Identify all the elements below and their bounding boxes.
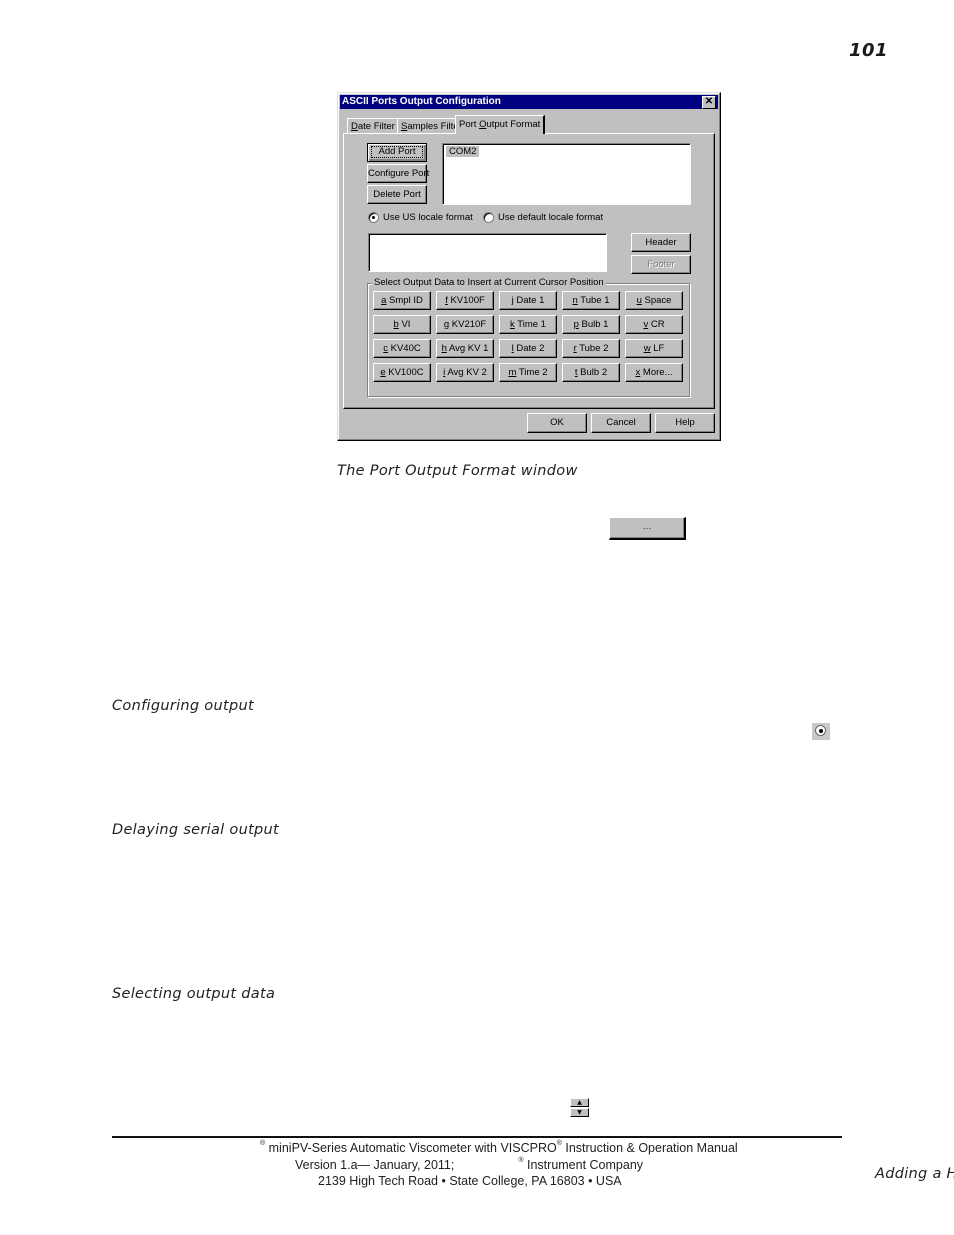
radio-label: Use default locale format bbox=[498, 212, 604, 223]
footer-company: Instrument Company bbox=[523, 1158, 644, 1172]
us-locale-radio[interactable]: Use US locale format bbox=[368, 212, 473, 223]
focus-rect bbox=[371, 146, 423, 158]
footer-rule bbox=[112, 1136, 842, 1138]
button-label: KV100C bbox=[385, 367, 424, 378]
insert-a-button[interactable]: a Smpl ID bbox=[373, 291, 431, 310]
insert-i-button[interactable]: i Avg KV 2 bbox=[436, 363, 494, 382]
tab-date-filter[interactable]: Date Filter bbox=[347, 118, 399, 134]
button-label: Bulb 2 bbox=[577, 367, 608, 378]
spinner-arrows-icon: ▲ ▼ bbox=[570, 1098, 590, 1119]
header-button[interactable]: Header bbox=[631, 233, 691, 252]
insert-r-button[interactable]: r Tube 2 bbox=[562, 339, 620, 358]
button-label: KV100F bbox=[447, 295, 485, 306]
help-button[interactable]: Help bbox=[655, 413, 715, 433]
insert-e-button[interactable]: e KV100C bbox=[373, 363, 431, 382]
dialog-titlebar: ASCII Ports Output Configuration ✕ bbox=[340, 95, 718, 109]
button-label: Bulb 1 bbox=[578, 319, 609, 330]
insert-k-button[interactable]: k Time 1 bbox=[499, 315, 557, 334]
button-label: Date 2 bbox=[513, 343, 545, 354]
cancel-button[interactable]: Cancel bbox=[591, 413, 651, 433]
footer-text: miniPV-Series Automatic Viscometer with … bbox=[265, 1141, 557, 1155]
footer-text: Instruction & Operation Manual bbox=[561, 1141, 738, 1155]
ellipsis-button-image: ... bbox=[609, 517, 686, 540]
radio-label: Use US locale format bbox=[383, 212, 473, 223]
ports-listbox[interactable]: COM2 bbox=[442, 143, 691, 205]
button-label: Tube 2 bbox=[576, 343, 609, 354]
button-label: Avg KV 2 bbox=[445, 367, 487, 378]
tab-label: amples Filter bbox=[407, 121, 462, 132]
running-footer: Adding a H bbox=[875, 1166, 954, 1182]
tab-label: utput Format bbox=[486, 119, 541, 130]
footer-line-3: 2139 High Tech Road • State College, PA … bbox=[318, 1174, 622, 1188]
output-format-textarea[interactable] bbox=[368, 233, 607, 272]
delete-port-button[interactable]: Delete Port bbox=[367, 185, 427, 204]
ok-button[interactable]: OK bbox=[527, 413, 587, 433]
spin-up-arrow-icon: ▲ bbox=[570, 1098, 589, 1107]
button-label: Tube 1 bbox=[577, 295, 610, 306]
button-label: KV210F bbox=[449, 319, 487, 330]
insert-u-button[interactable]: u Space bbox=[625, 291, 683, 310]
footer-version: Version 1.a— January, 2011; bbox=[295, 1158, 455, 1172]
page-number: 101 bbox=[849, 40, 889, 61]
radio-button-icon bbox=[812, 723, 830, 740]
insert-t-button[interactable]: t Bulb 2 bbox=[562, 363, 620, 382]
registered-mark: ® bbox=[260, 1140, 266, 1147]
button-label: KV40C bbox=[388, 343, 421, 354]
insert-n-button[interactable]: n Tube 1 bbox=[562, 291, 620, 310]
button-mnemonic: w bbox=[643, 343, 651, 354]
add-port-button[interactable]: Add Port bbox=[367, 143, 427, 162]
tab-label: ate Filter bbox=[357, 121, 395, 132]
heading-configuring-output: Configuring output bbox=[112, 698, 254, 714]
tab-label: Port bbox=[459, 119, 480, 130]
footer-button: Footer bbox=[631, 255, 691, 274]
button-label: VI bbox=[398, 319, 411, 330]
button-label: LF bbox=[650, 343, 665, 354]
groupbox-label: Select Output Data to Insert at Current … bbox=[372, 277, 606, 288]
ascii-ports-output-configuration-dialog: ASCII Ports Output Configuration ✕ Date … bbox=[337, 92, 721, 441]
registered-mark: ® bbox=[518, 1157, 524, 1164]
button-label: Date 1 bbox=[513, 295, 545, 306]
insert-m-button[interactable]: m Time 2 bbox=[499, 363, 557, 382]
insert-j-button[interactable]: j Date 1 bbox=[499, 291, 557, 310]
radio-unchecked-icon bbox=[483, 212, 494, 223]
close-icon[interactable]: ✕ bbox=[702, 96, 716, 109]
insert-w-button[interactable]: w LF bbox=[625, 339, 683, 358]
registered-mark: ® bbox=[556, 1140, 562, 1147]
heading-delaying-serial-output: Delaying serial output bbox=[112, 822, 280, 838]
footer-line-2: Version 1.a— January, 2011; ® Instrument … bbox=[295, 1157, 644, 1172]
tab-port-output-format[interactable]: Port Output Format bbox=[455, 115, 546, 134]
button-label: Smpl ID bbox=[386, 295, 423, 306]
tab-mnemonic: D bbox=[351, 121, 358, 132]
output-data-groupbox: Select Output Data to Insert at Current … bbox=[367, 277, 690, 397]
radio-checked-icon bbox=[368, 212, 379, 223]
configure-port-button[interactable]: Configure Port bbox=[367, 164, 429, 183]
port-list-item[interactable]: COM2 bbox=[446, 146, 480, 157]
insert-h-button[interactable]: h Avg KV 1 bbox=[436, 339, 494, 358]
button-label: Time 1 bbox=[514, 319, 546, 330]
button-label: Avg KV 1 bbox=[446, 343, 489, 354]
insert-x-button[interactable]: x More... bbox=[625, 363, 683, 382]
port-output-format-panel: Add Port Configure Port Delete Port COM2… bbox=[343, 133, 715, 409]
insert-g-button[interactable]: g KV210F bbox=[436, 315, 494, 334]
button-label: Time 2 bbox=[516, 367, 548, 378]
insert-c-button[interactable]: c KV40C bbox=[373, 339, 431, 358]
button-label: CR bbox=[648, 319, 665, 330]
footer-line-1: ® miniPV-Series Automatic Viscometer wit… bbox=[260, 1140, 738, 1155]
figure-caption: The Port Output Format window bbox=[337, 463, 578, 479]
dialog-title: ASCII Ports Output Configuration bbox=[342, 96, 501, 107]
heading-selecting-output-data: Selecting output data bbox=[112, 986, 276, 1002]
button-label: Space bbox=[641, 295, 672, 306]
insert-l-button[interactable]: l Date 2 bbox=[499, 339, 557, 358]
insert-f-button[interactable]: f KV100F bbox=[436, 291, 494, 310]
button-label: More... bbox=[640, 367, 673, 378]
spin-down-arrow-icon: ▼ bbox=[570, 1108, 589, 1117]
radio-ring bbox=[815, 725, 826, 736]
insert-p-button[interactable]: p Bulb 1 bbox=[562, 315, 620, 334]
default-locale-radio[interactable]: Use default locale format bbox=[483, 212, 603, 223]
insert-b-button[interactable]: b VI bbox=[373, 315, 431, 334]
insert-v-button[interactable]: v CR bbox=[625, 315, 683, 334]
